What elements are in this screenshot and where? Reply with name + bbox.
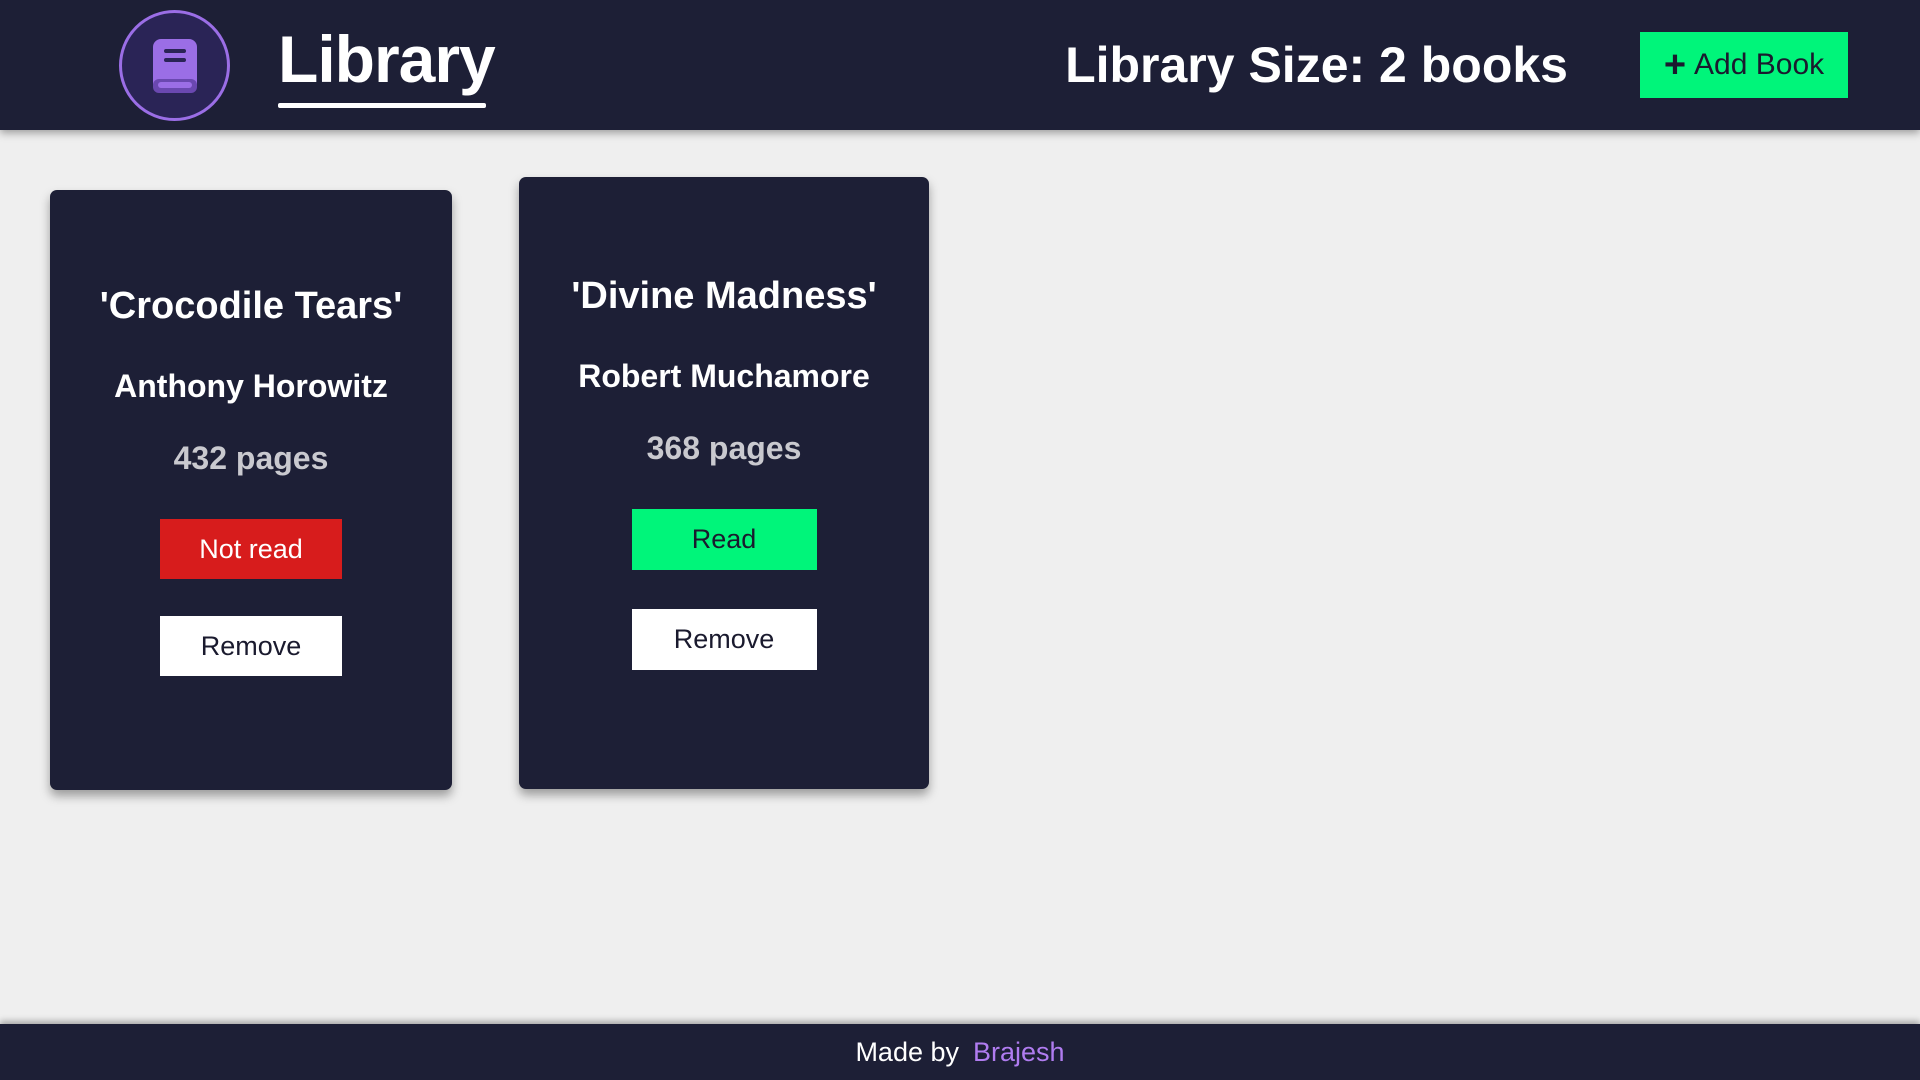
app-title: Library [278,22,496,96]
plus-icon: + [1663,44,1687,86]
library-size-label: Library Size: 2 books [1065,37,1568,93]
book-title: 'Crocodile Tears' [99,285,403,327]
read-status-button[interactable]: Read [631,509,817,570]
title-underline [278,103,486,108]
book-pages: 368 pages [646,430,802,466]
book-card: 'Crocodile Tears' Anthony Horowitz 432 p… [50,190,452,790]
footer-author-link[interactable]: Brajesh [973,1037,1065,1068]
book-icon [152,38,197,93]
remove-button[interactable]: Remove [631,609,817,670]
add-book-label: Add Book [1694,48,1825,81]
add-book-button[interactable]: + Add Book [1640,32,1848,98]
footer-made-by: Made by [855,1036,959,1067]
footer: Made by Brajesh [0,1024,1920,1080]
app-header: Library Library Size: 2 books + Add Book [0,0,1920,130]
book-author: Anthony Horowitz [114,368,388,404]
book-title: 'Divine Madness' [571,275,877,317]
logo [119,10,230,121]
book-author: Robert Muchamore [578,358,870,394]
read-status-button[interactable]: Not read [160,519,342,579]
remove-button[interactable]: Remove [160,616,342,676]
book-card: 'Divine Madness' Robert Muchamore 368 pa… [519,177,929,789]
book-pages: 432 pages [173,440,329,476]
